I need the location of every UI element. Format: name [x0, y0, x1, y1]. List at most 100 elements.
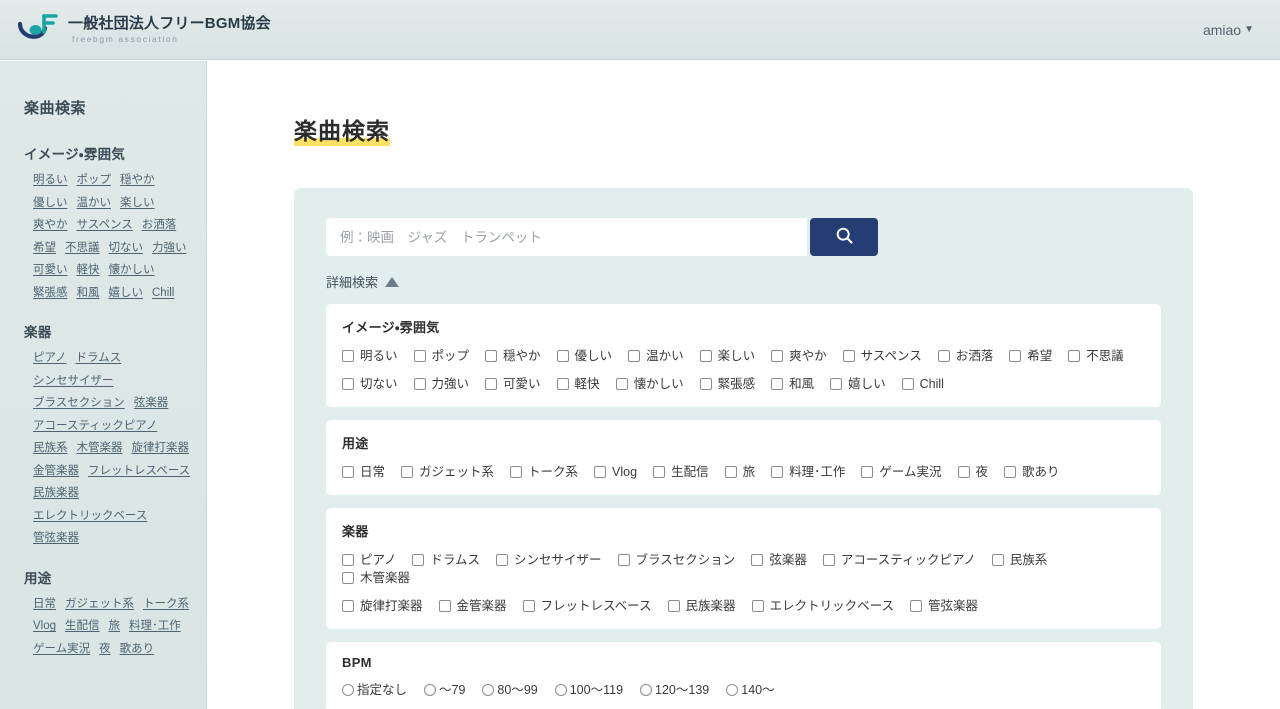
checkbox-option[interactable]: 旋律打楽器	[342, 597, 423, 615]
checkbox-icon[interactable]	[438, 600, 451, 612]
checkbox-icon[interactable]	[342, 350, 354, 362]
sidebar-link[interactable]: 希望	[33, 238, 56, 259]
sidebar-link[interactable]: 生配信	[65, 616, 100, 637]
detail-search-toggle[interactable]: 詳細検索	[326, 272, 400, 291]
sidebar-link[interactable]: ブラスセクション	[33, 393, 125, 414]
checkbox-icon[interactable]	[617, 554, 630, 566]
checkbox-option[interactable]: 優しい	[556, 347, 612, 365]
sidebar-link[interactable]: トーク系	[143, 594, 189, 615]
checkbox-icon[interactable]	[1068, 350, 1081, 362]
sidebar-link[interactable]: 穏やか	[120, 170, 155, 191]
checkbox-option[interactable]: 生配信	[653, 463, 709, 481]
checkbox-option[interactable]: シンセサイザー	[496, 551, 602, 569]
checkbox-icon[interactable]	[937, 350, 950, 362]
sidebar-link[interactable]: シンセサイザー	[33, 371, 114, 392]
sidebar-link[interactable]: 不思議	[65, 238, 100, 259]
checkbox-icon[interactable]	[556, 350, 569, 362]
sidebar-link[interactable]: ガジェット系	[65, 594, 134, 615]
checkbox-option[interactable]: ピアノ	[342, 551, 396, 569]
checkbox-icon[interactable]	[496, 554, 509, 566]
checkbox-icon[interactable]	[842, 350, 855, 362]
sidebar-link[interactable]: 民族系	[33, 438, 68, 459]
checkbox-option[interactable]: Chill	[901, 375, 944, 393]
sidebar-link[interactable]: 木管楽器	[77, 438, 123, 459]
checkbox-option[interactable]: ゲーム実況	[861, 463, 942, 481]
checkbox-option[interactable]: 木管楽器	[342, 569, 410, 587]
checkbox-icon[interactable]	[413, 350, 426, 362]
sidebar-link[interactable]: 緊張感	[33, 283, 68, 304]
sidebar-link[interactable]: ポップ	[77, 170, 112, 191]
sidebar-link[interactable]: 軽快	[77, 260, 100, 281]
checkbox-option[interactable]: 嬉しい	[830, 375, 886, 393]
checkbox-icon[interactable]	[1009, 350, 1022, 362]
checkbox-option[interactable]: 明るい	[342, 347, 398, 365]
checkbox-option[interactable]: アコースティックピアノ	[822, 551, 976, 569]
checkbox-icon[interactable]	[751, 600, 764, 612]
sidebar-link[interactable]: 嬉しい	[109, 283, 144, 304]
sidebar-link[interactable]: 懐かしい	[109, 260, 155, 281]
checkbox-icon[interactable]	[485, 378, 498, 390]
checkbox-option[interactable]: サスペンス	[842, 347, 922, 365]
radio-option[interactable]: 指定なし	[342, 681, 407, 699]
checkbox-icon[interactable]	[699, 378, 712, 390]
checkbox-option[interactable]: 弦楽器	[751, 551, 807, 569]
sidebar-link[interactable]: フレットレスベース	[88, 461, 190, 482]
checkbox-icon[interactable]	[901, 378, 914, 390]
checkbox-icon[interactable]	[830, 378, 843, 390]
checkbox-option[interactable]: Vlog	[594, 463, 637, 481]
checkbox-icon[interactable]	[342, 466, 354, 478]
checkbox-option[interactable]: 希望	[1009, 347, 1052, 365]
checkbox-icon[interactable]	[510, 466, 523, 478]
sidebar-link[interactable]: 楽しい	[120, 193, 155, 214]
checkbox-option[interactable]: 料理･工作	[771, 463, 845, 481]
radio-icon[interactable]	[640, 684, 653, 696]
checkbox-option[interactable]: 旅	[724, 463, 755, 481]
checkbox-option[interactable]: 民族系	[991, 551, 1047, 569]
checkbox-icon[interactable]	[412, 554, 425, 566]
checkbox-icon[interactable]	[594, 466, 607, 478]
checkbox-option[interactable]: 穏やか	[485, 347, 541, 365]
sidebar-link[interactable]: 優しい	[33, 193, 68, 214]
sidebar-link[interactable]: 夜	[99, 639, 111, 660]
sidebar-link[interactable]: Vlog	[33, 616, 56, 637]
checkbox-icon[interactable]	[522, 600, 535, 612]
radio-icon[interactable]	[424, 684, 437, 696]
checkbox-icon[interactable]	[342, 572, 354, 584]
sidebar-link[interactable]: 旅	[109, 616, 121, 637]
checkbox-icon[interactable]	[909, 600, 922, 612]
checkbox-icon[interactable]	[751, 554, 764, 566]
radio-icon[interactable]	[726, 684, 739, 696]
checkbox-option[interactable]: ポップ	[413, 347, 469, 365]
sidebar-link[interactable]: 切ない	[109, 238, 144, 259]
checkbox-option[interactable]: 民族楽器	[667, 597, 736, 615]
checkbox-option[interactable]: 軽快	[556, 375, 600, 393]
checkbox-option[interactable]: 可愛い	[485, 375, 541, 393]
checkbox-option[interactable]: お洒落	[937, 347, 993, 365]
radio-option[interactable]: 120〜139	[640, 681, 709, 699]
checkbox-icon[interactable]	[401, 466, 414, 478]
checkbox-option[interactable]: 不思議	[1068, 347, 1124, 365]
checkbox-icon[interactable]	[861, 466, 874, 478]
sidebar-link[interactable]: 民族楽器	[33, 483, 79, 504]
checkbox-icon[interactable]	[628, 350, 641, 362]
checkbox-icon[interactable]	[413, 378, 426, 390]
checkbox-option[interactable]: フレットレスベース	[522, 597, 652, 615]
checkbox-option[interactable]: トーク系	[510, 463, 578, 481]
checkbox-icon[interactable]	[667, 600, 680, 612]
radio-icon[interactable]	[342, 684, 354, 696]
checkbox-icon[interactable]	[822, 554, 835, 566]
checkbox-icon[interactable]	[699, 350, 712, 362]
checkbox-option[interactable]: 和風	[771, 375, 814, 393]
checkbox-icon[interactable]	[991, 554, 1004, 566]
sidebar-link[interactable]: 可愛い	[33, 260, 68, 281]
radio-option[interactable]: 140〜	[726, 681, 775, 699]
checkbox-icon[interactable]	[342, 554, 354, 566]
sidebar-link[interactable]: 金管楽器	[33, 461, 79, 482]
sidebar-link[interactable]: ドラムス	[75, 348, 121, 369]
checkbox-icon[interactable]	[771, 378, 784, 390]
checkbox-option[interactable]: 温かい	[628, 347, 684, 365]
checkbox-option[interactable]: 日常	[342, 463, 385, 481]
checkbox-icon[interactable]	[1004, 466, 1017, 478]
sidebar-link[interactable]: 旋律打楽器	[132, 438, 190, 459]
checkbox-icon[interactable]	[342, 600, 354, 612]
